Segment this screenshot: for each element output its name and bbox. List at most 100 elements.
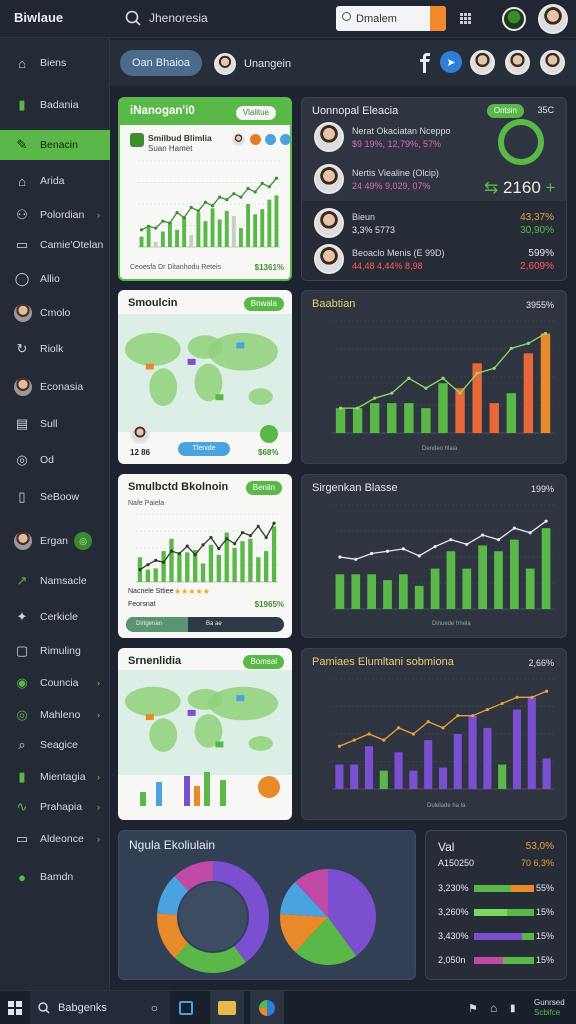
bar[interactable] <box>167 222 172 247</box>
card-bar-chart-5[interactable]: Pamiaes Elumltani sobmiona 2,66% Dulelad… <box>301 648 567 820</box>
sidebar-item-camie-otelan[interactable]: ▭ Camie'Otelan <box>0 230 110 260</box>
card1-avatar[interactable] <box>232 133 245 146</box>
bar[interactable] <box>541 528 551 609</box>
bar[interactable] <box>468 715 477 789</box>
bar[interactable] <box>350 764 359 789</box>
bar[interactable] <box>263 551 269 582</box>
apps-grid-icon[interactable] <box>460 13 471 24</box>
sidebar-item-polordian[interactable]: ⚇ Polordian › <box>0 200 110 230</box>
sidebar-item-mahleno[interactable]: ◎ Mahleno › <box>0 700 110 730</box>
contact-avatar-1[interactable] <box>470 50 495 75</box>
top-search[interactable]: Jhenoresia <box>125 6 325 30</box>
bar[interactable] <box>438 767 448 789</box>
sidebar-item-benacin[interactable]: ✎ Benacin <box>0 130 110 160</box>
bar[interactable] <box>189 234 194 247</box>
bar[interactable] <box>421 408 431 433</box>
bar[interactable] <box>256 557 261 582</box>
whatsapp-icon[interactable]: ◎ <box>74 532 93 550</box>
card3-progress[interactable]: Dirtgenan Ba ae <box>126 617 284 632</box>
card-map-1[interactable]: Smoulcin Bnwala 12 86 Tlenide $68% <box>118 290 292 464</box>
bar[interactable] <box>175 229 180 247</box>
top-input-field[interactable]: Dmalem <box>336 6 446 31</box>
person-avatar[interactable] <box>314 208 344 238</box>
share-icon[interactable]: ➤ <box>440 51 462 73</box>
bar[interactable] <box>335 408 346 433</box>
bar[interactable] <box>248 538 253 582</box>
bar[interactable] <box>271 526 277 582</box>
bar[interactable] <box>146 228 151 247</box>
bar[interactable] <box>494 551 503 609</box>
sidebar-item-rimuling[interactable]: ▢ Rimuling <box>0 636 110 666</box>
bar[interactable] <box>542 758 551 789</box>
bar[interactable] <box>335 764 344 789</box>
bar[interactable] <box>196 212 201 247</box>
bar[interactable] <box>232 548 237 582</box>
bar[interactable] <box>424 740 433 789</box>
bar[interactable] <box>160 231 165 247</box>
bar[interactable] <box>208 544 214 582</box>
bar[interactable] <box>153 241 158 247</box>
check-icon[interactable] <box>260 425 278 443</box>
bar[interactable] <box>185 552 190 582</box>
map1-button[interactable]: Tlenide <box>178 442 230 456</box>
bar[interactable] <box>139 236 144 247</box>
bar[interactable] <box>409 770 418 789</box>
sidebar-item-sull[interactable]: ▤ Sull <box>0 409 110 439</box>
bar[interactable] <box>161 551 166 582</box>
bar[interactable] <box>169 538 174 582</box>
bar[interactable] <box>540 333 551 433</box>
bar[interactable] <box>483 727 492 789</box>
card-bar-chart-4[interactable]: Sirgenkan Blasse 199% Dinuede hhela <box>301 474 567 638</box>
map2-orange-dot[interactable] <box>258 776 280 798</box>
bar[interactable] <box>182 216 187 247</box>
card-map-2[interactable]: Srnenlidia Bomsal <box>118 648 292 820</box>
bar[interactable] <box>478 545 488 609</box>
bar[interactable] <box>414 585 424 609</box>
bar[interactable] <box>430 568 440 609</box>
bar[interactable] <box>267 199 272 247</box>
bar[interactable] <box>527 697 536 789</box>
bar[interactable] <box>525 568 535 609</box>
sidebar-item-namsacle[interactable]: ↗ Namsacle <box>0 566 110 596</box>
bar[interactable] <box>438 383 448 433</box>
clock[interactable]: Gunrsed Scbifce <box>534 998 565 1018</box>
contact-avatar-3[interactable] <box>540 50 565 75</box>
sidebar-item-econasia[interactable]: Econasia <box>0 372 110 402</box>
bar[interactable] <box>203 221 208 247</box>
browser-icon[interactable] <box>250 991 284 1024</box>
sidebar-item-allio[interactable]: ◯ Allio <box>0 264 110 294</box>
bar[interactable] <box>274 195 279 247</box>
bar[interactable] <box>145 569 151 582</box>
bar[interactable] <box>489 403 499 433</box>
sidebar-item-biens[interactable]: ⌂ Biens <box>0 48 110 78</box>
mic-icon[interactable]: ○ <box>151 1001 158 1015</box>
bar[interactable] <box>398 574 408 609</box>
person-avatar[interactable] <box>314 244 344 274</box>
sidebar-item-riolk[interactable]: ↻ Riolk <box>0 334 110 364</box>
person-avatar[interactable] <box>314 164 344 194</box>
bar[interactable] <box>177 554 182 582</box>
status-avatar[interactable] <box>502 7 526 31</box>
sidebar-item-councia[interactable]: ◉ Councia › <box>0 668 110 698</box>
flag-icon[interactable]: ⚑ <box>468 991 478 1024</box>
sidebar-item-aldeonce[interactable]: ▭ Aldeonce › <box>0 824 110 854</box>
bar[interactable] <box>153 568 158 582</box>
bar[interactable] <box>210 208 215 247</box>
bar[interactable] <box>216 554 222 582</box>
sidebar-item-badania[interactable]: ▮ Badania <box>0 90 110 120</box>
windows-start-icon[interactable] <box>8 991 22 1024</box>
bar[interactable] <box>352 408 363 433</box>
bar[interactable] <box>509 539 519 609</box>
bar[interactable] <box>462 568 472 609</box>
bar[interactable] <box>351 574 361 609</box>
card-donut[interactable]: Ngula Ekoliulain <box>118 830 416 980</box>
bar[interactable] <box>379 770 388 789</box>
person-avatar[interactable] <box>314 122 344 152</box>
sidebar-item-bamdn[interactable]: ● Bamdn <box>0 862 110 892</box>
home-icon[interactable]: ⌂ <box>490 991 497 1024</box>
tab-second[interactable]: Unangein <box>214 53 291 75</box>
bar[interactable] <box>506 393 517 433</box>
bar[interactable] <box>446 551 456 609</box>
contact-avatar-2[interactable] <box>505 50 530 75</box>
bar[interactable] <box>383 580 392 609</box>
